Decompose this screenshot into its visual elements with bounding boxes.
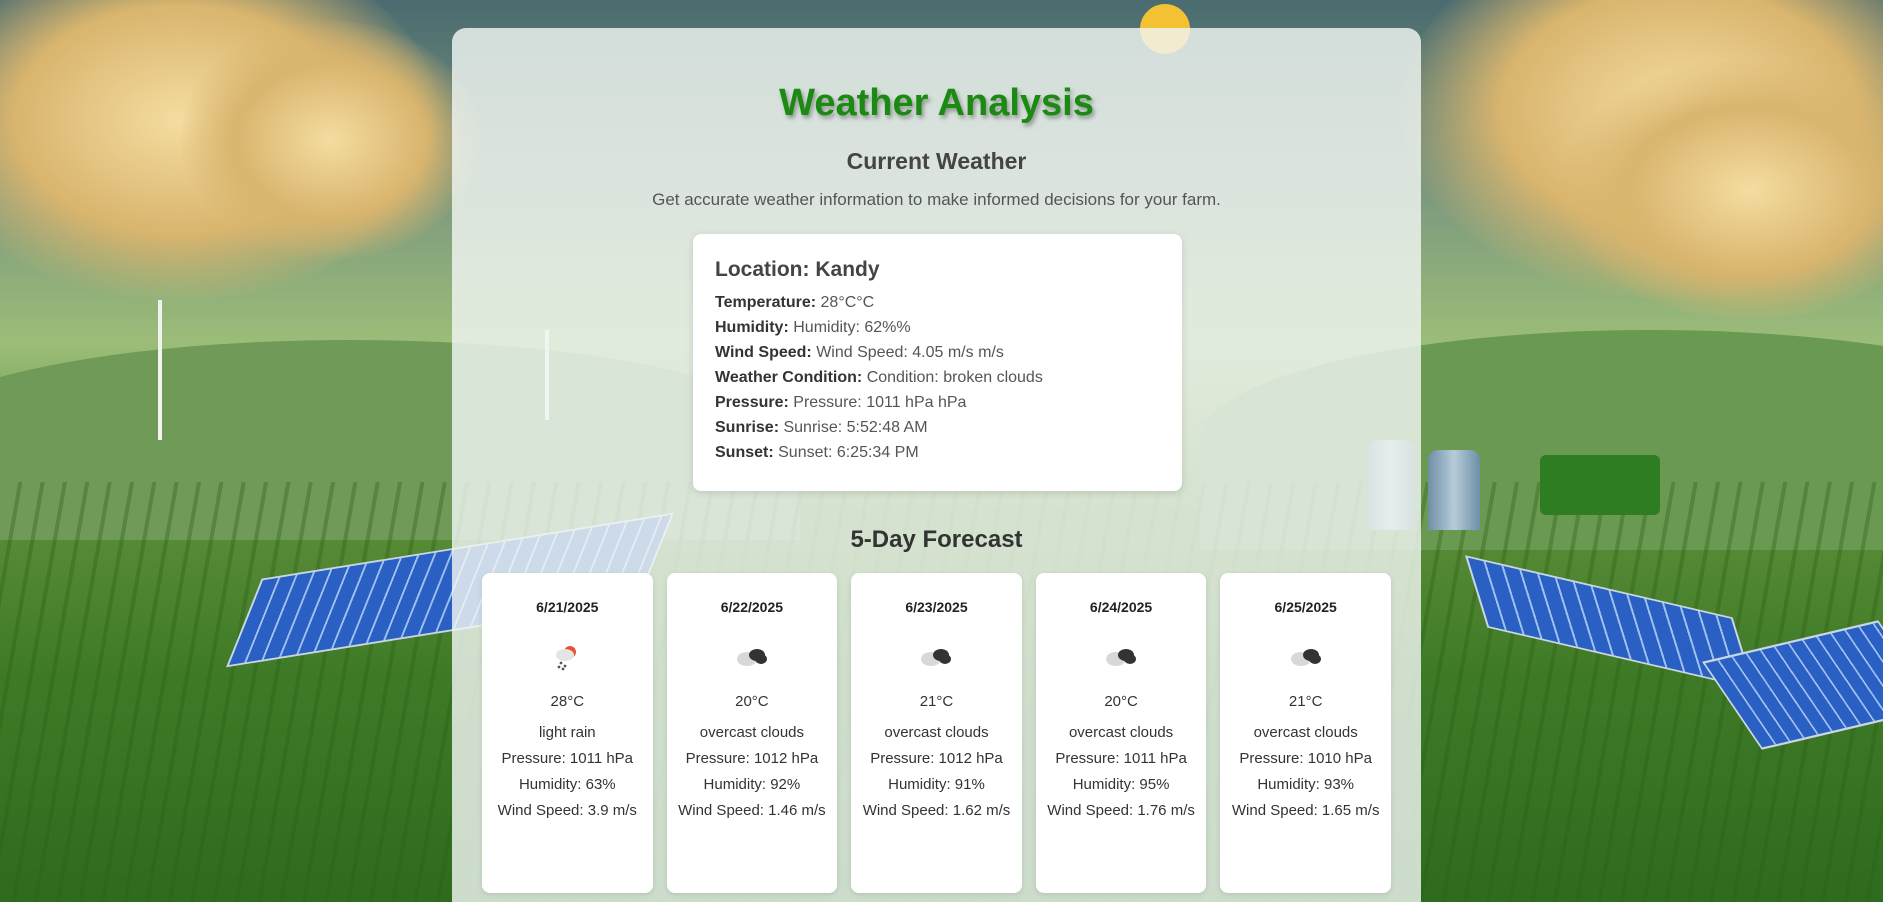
forecast-wind: Wind Speed: 1.62 m/s — [862, 802, 1011, 819]
forecast-pressure: Pressure: 1010 hPa — [1239, 750, 1372, 767]
location-value: Kandy — [815, 258, 880, 281]
temperature-line: Temperature: 28°C°C — [715, 290, 1160, 315]
forecast-wind: Wind Speed: 3.9 m/s — [497, 802, 637, 819]
forecast-wind: Wind Speed: 1.65 m/s — [1231, 802, 1380, 819]
condition-line: Weather Condition: Condition: broken clo… — [715, 365, 1160, 390]
current-weather-card: Location: Kandy Temperature: 28°C°C Humi… — [693, 234, 1182, 491]
condition-value: Condition: broken clouds — [866, 369, 1043, 386]
forecast-pressure: Pressure: 1011 hPa — [1055, 750, 1187, 767]
page-title: Weather Analysis — [779, 82, 1094, 124]
overcast-clouds-icon — [1036, 631, 1207, 683]
temperature-value: 28°C°C — [820, 294, 875, 311]
forecast-pressure: Pressure: 1012 hPa — [685, 750, 819, 767]
condition-label: Weather Condition: — [715, 369, 863, 386]
forecast-humidity: Humidity: 93% — [1257, 776, 1355, 793]
forecast-description: overcast clouds — [884, 724, 989, 741]
humidity-line: Humidity: Humidity: 62%% — [715, 315, 1160, 340]
weather-panel: Weather Analysis Current Weather Get acc… — [452, 28, 1421, 902]
sunrise-value: Sunrise: 5:52:48 AM — [783, 419, 928, 436]
forecast-temp: 20°C — [1104, 693, 1138, 710]
forecast-wind: Wind Speed: 1.76 m/s — [1047, 802, 1195, 819]
wind-label: Wind Speed: — [715, 344, 812, 361]
location-label: Location: — [715, 258, 810, 281]
forecast-temp: 21°C — [919, 693, 954, 710]
humidity-value: Humidity: 62%% — [793, 319, 911, 336]
current-weather-heading: Current Weather — [846, 148, 1027, 174]
overcast-clouds-icon — [667, 631, 838, 683]
sunset-label: Sunset: — [715, 444, 774, 461]
location-line: Location: Kandy — [715, 258, 1160, 282]
forecast-pressure: Pressure: 1011 hPa — [501, 750, 634, 767]
tagline: Get accurate weather information to make… — [652, 190, 1221, 209]
forecast-heading: 5-Day Forecast — [850, 526, 1023, 553]
forecast-pressure: Pressure: 1012 hPa — [870, 750, 1003, 767]
forecast-card: 6/21/2025 28°C light rain Pressure: 1011… — [482, 573, 653, 893]
forecast-description: overcast clouds — [1253, 724, 1358, 741]
sunset-value: Sunset: 6:25:34 PM — [778, 444, 919, 461]
pressure-line: Pressure: Pressure: 1011 hPa hPa — [715, 390, 1160, 415]
forecast-temp: 21°C — [1288, 693, 1323, 710]
forecast-humidity: Humidity: 63% — [518, 776, 616, 793]
forecast-card: 6/25/2025 21°C overcast clouds Pressure:… — [1220, 573, 1391, 893]
forecast-date: 6/23/2025 — [905, 599, 968, 615]
forecast-humidity: Humidity: 92% — [703, 776, 801, 793]
humidity-label: Humidity: — [715, 319, 789, 336]
sunrise-line: Sunrise: Sunrise: 5:52:48 AM — [715, 415, 1160, 440]
sunset-line: Sunset: Sunset: 6:25:34 PM — [715, 440, 1160, 465]
forecast-description: light rain — [538, 724, 596, 741]
forecast-card: 6/24/2025 20°C overcast clouds Pressure:… — [1035, 573, 1207, 893]
pressure-label: Pressure: — [715, 394, 789, 411]
forecast-temp: 28°C — [550, 693, 585, 710]
forecast-card: 6/22/2025 20°C overcast clouds Pressure:… — [666, 573, 838, 893]
overcast-clouds-icon — [1220, 631, 1391, 683]
forecast-date: 6/25/2025 — [1274, 599, 1337, 615]
forecast-description: overcast clouds — [1068, 724, 1174, 741]
forecast-humidity: Humidity: 95% — [1072, 776, 1170, 793]
forecast-card: 6/23/2025 21°C overcast clouds Pressure:… — [851, 573, 1022, 893]
forecast-date: 6/22/2025 — [720, 599, 784, 615]
forecast-date: 6/24/2025 — [1089, 599, 1153, 615]
overcast-clouds-icon — [851, 631, 1022, 683]
pressure-value: Pressure: 1011 hPa hPa — [793, 394, 967, 411]
forecast-wind: Wind Speed: 1.46 m/s — [678, 802, 826, 819]
forecast-list: 6/21/2025 28°C light rain Pressure: 1011… — [482, 573, 1391, 902]
sunrise-label: Sunrise: — [715, 419, 780, 436]
forecast-temp: 20°C — [735, 693, 769, 710]
wind-value: Wind Speed: 4.05 m/s m/s — [816, 344, 1004, 361]
temperature-label: Temperature: — [715, 294, 817, 311]
light-rain-icon — [482, 631, 653, 683]
forecast-humidity: Humidity: 91% — [888, 776, 985, 793]
forecast-date: 6/21/2025 — [536, 599, 599, 615]
wind-line: Wind Speed: Wind Speed: 4.05 m/s m/s — [715, 340, 1160, 365]
forecast-description: overcast clouds — [699, 724, 804, 741]
